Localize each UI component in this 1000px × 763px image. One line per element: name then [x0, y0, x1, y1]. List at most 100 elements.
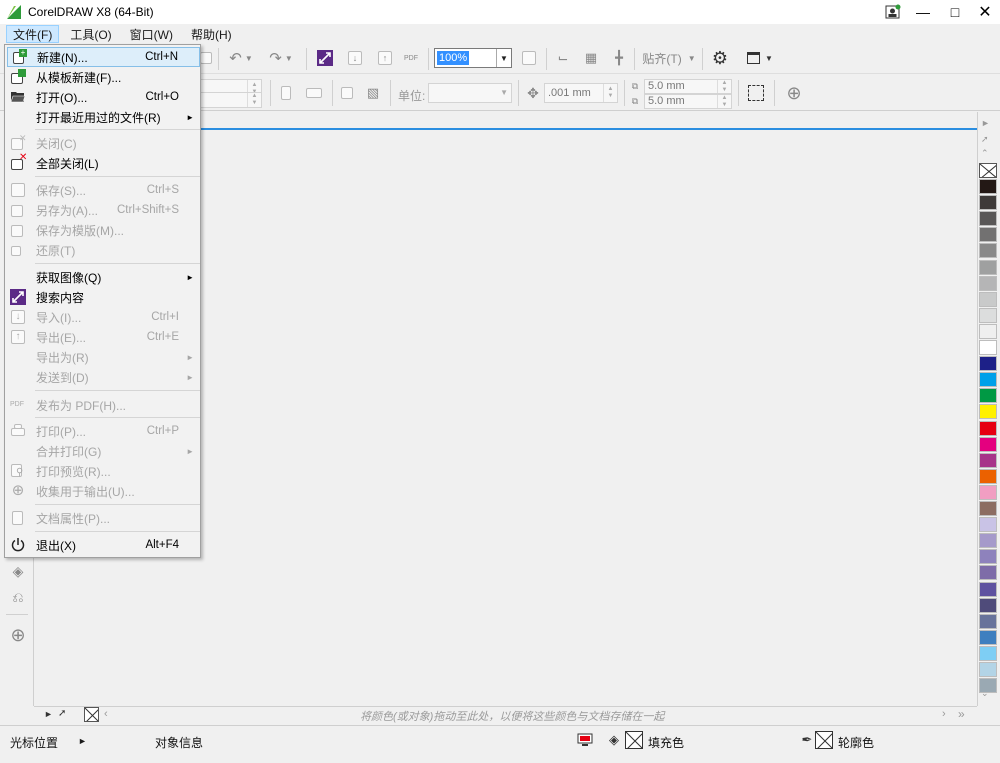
options-gear-icon[interactable]: ⚙ [710, 48, 730, 68]
nudge-distance-field[interactable]: .001 mm ▲ ▼ [544, 83, 618, 103]
palette-swatch[interactable] [979, 582, 997, 597]
menu-export[interactable]: ↑ 导出(E)... Ctrl+E [7, 327, 200, 347]
palette-swatch[interactable] [979, 260, 997, 275]
maximize-button[interactable]: □ [938, 0, 972, 24]
show-rulers-icon[interactable]: ⌙ [554, 49, 572, 67]
fill-color-swatch[interactable] [625, 731, 643, 749]
menu-save-as-template[interactable]: 保存为模版(M)... [7, 220, 200, 240]
landscape-icon[interactable] [305, 87, 323, 99]
palette-swatch[interactable] [979, 372, 997, 387]
menu-save[interactable]: 保存(S)... Ctrl+S [7, 180, 200, 200]
close-window-button[interactable]: ✕ [968, 0, 1000, 24]
duplicate-x-field[interactable]: 5.0 mm ▲ ▼ [644, 79, 732, 94]
all-pages-icon[interactable] [338, 84, 356, 102]
units-select[interactable]: ▼ [428, 83, 512, 103]
doc-palette-scroll-left-icon[interactable]: ‹ [104, 708, 108, 720]
palette-swatch[interactable] [979, 501, 997, 516]
palette-swatch[interactable] [979, 517, 997, 532]
menu-print-preview[interactable]: ⚲ 打印预览(R)... [7, 461, 200, 481]
palette-swatch[interactable] [979, 485, 997, 500]
palette-swatch[interactable] [979, 549, 997, 564]
palette-swatch[interactable] [979, 646, 997, 661]
portrait-icon[interactable] [280, 85, 292, 101]
search-content-icon[interactable] [316, 49, 334, 67]
palette-swatch[interactable] [979, 324, 997, 339]
palette-swatch[interactable] [979, 179, 997, 194]
menu-revert[interactable]: 还原(T) [7, 240, 200, 260]
palette-swatch[interactable] [979, 421, 997, 436]
doc-palette-no-color-swatch[interactable] [84, 707, 99, 722]
menu-open[interactable]: 打开(O)... Ctrl+O [7, 87, 200, 107]
full-screen-preview-icon[interactable] [520, 49, 538, 67]
palette-swatch[interactable] [979, 469, 997, 484]
add-preset-icon[interactable]: ⊕ [784, 83, 804, 103]
palette-eyedropper-icon[interactable]: ➚ [981, 134, 989, 145]
show-guidelines-icon[interactable]: ╋ [610, 49, 628, 67]
palette-swatch[interactable] [979, 662, 997, 677]
palette-swatch[interactable] [979, 227, 997, 242]
doc-palette-flyout-icon[interactable]: ► [44, 709, 53, 719]
menu-import[interactable]: ↓ 导入(I)... Ctrl+I [7, 307, 200, 327]
palette-scroll-down-icon[interactable]: ⌄ [981, 688, 989, 699]
smart-fill-icon[interactable]: ⎌ [9, 588, 27, 606]
menu-send-to[interactable]: 发送到(D) ► [7, 367, 200, 387]
palette-flyout-icon[interactable]: ► [981, 118, 990, 128]
menu-print[interactable]: 打印(P)... Ctrl+P [7, 421, 200, 441]
outline-color-swatch[interactable] [815, 731, 833, 749]
palette-scroll-up-icon[interactable]: ⌃ [981, 148, 989, 159]
palette-swatch[interactable] [979, 308, 997, 323]
chevron-down-icon[interactable]: ▼ [496, 49, 511, 67]
palette-swatch[interactable] [979, 565, 997, 580]
no-color-swatch[interactable] [979, 163, 997, 178]
duplicate-y-field[interactable]: 5.0 mm ▲ ▼ [644, 94, 732, 109]
menu-new[interactable]: + 新建(N)... Ctrl+N [7, 47, 200, 67]
palette-swatch[interactable] [979, 630, 997, 645]
show-grid-icon[interactable]: ▦ [582, 49, 600, 67]
application-launcher-button[interactable]: ▼ [740, 49, 780, 67]
redo-button[interactable]: ↷ ▼ [264, 48, 298, 68]
palette-swatch[interactable] [979, 453, 997, 468]
minimize-button[interactable]: — [906, 0, 940, 24]
snap-to-dropdown[interactable]: 贴齐(T) ▼ [640, 48, 698, 68]
menu-save-as[interactable]: 另存为(A)... Ctrl+Shift+S [7, 200, 200, 220]
menu-publish-pdf[interactable]: PDF 发布为 PDF(H)... [7, 395, 200, 415]
palette-swatch[interactable] [979, 292, 997, 307]
palette-swatch[interactable] [979, 614, 997, 629]
palette-swatch[interactable] [979, 598, 997, 613]
menu-file[interactable]: 文件(F) [6, 25, 60, 43]
menu-new-from-template[interactable]: 从模板新建(F)... [7, 67, 200, 87]
doc-palette-expand-icon[interactable]: » [958, 707, 965, 721]
doc-palette-eyedropper-icon[interactable]: ➚ [58, 708, 66, 719]
undo-button[interactable]: ↶ ▼ [224, 48, 258, 68]
palette-swatch[interactable] [979, 533, 997, 548]
palette-swatch[interactable] [979, 356, 997, 371]
palette-swatch[interactable] [979, 276, 997, 291]
user-account-icon[interactable] [876, 0, 910, 24]
treat-as-filled-icon[interactable] [745, 83, 767, 103]
current-page-icon[interactable]: ▧ [364, 84, 382, 102]
menu-window[interactable]: 窗口(W) [123, 25, 180, 43]
cursor-position-flyout-icon[interactable]: ► [78, 736, 87, 746]
color-proofing-icon[interactable] [576, 731, 594, 749]
menu-close[interactable]: ✕ 关闭(C) [7, 133, 200, 153]
palette-swatch[interactable] [979, 211, 997, 226]
menu-exit[interactable]: 退出(X) Alt+F4 [7, 535, 200, 555]
menu-export-for[interactable]: 导出为(R) ► [7, 347, 200, 367]
menu-search-content[interactable]: 搜索内容 [7, 287, 200, 307]
menu-tools[interactable]: 工具(O) [63, 25, 118, 43]
doc-palette-scroll-right-icon[interactable]: › [942, 708, 946, 720]
interactive-fill-icon[interactable]: ◈ [9, 562, 27, 580]
menu-print-merge[interactable]: 合并打印(G) ► [7, 441, 200, 461]
menu-open-recent[interactable]: 打开最近用过的文件(R) ► [7, 107, 200, 127]
import-icon[interactable]: ↓ [346, 49, 364, 67]
page-height-field[interactable]: ▲ ▼ [200, 92, 262, 108]
palette-swatch[interactable] [979, 404, 997, 419]
palette-swatch[interactable] [979, 388, 997, 403]
zoom-level-select[interactable]: 100% ▼ [434, 48, 512, 68]
menu-document-properties[interactable]: 文档属性(P)... [7, 508, 200, 528]
menu-acquire-image[interactable]: 获取图像(Q) ► [7, 267, 200, 287]
menu-help[interactable]: 帮助(H) [184, 25, 239, 43]
publish-pdf-icon[interactable]: PDF [402, 49, 420, 67]
palette-swatch[interactable] [979, 340, 997, 355]
quick-customize-icon[interactable]: ⊕ [9, 625, 27, 645]
